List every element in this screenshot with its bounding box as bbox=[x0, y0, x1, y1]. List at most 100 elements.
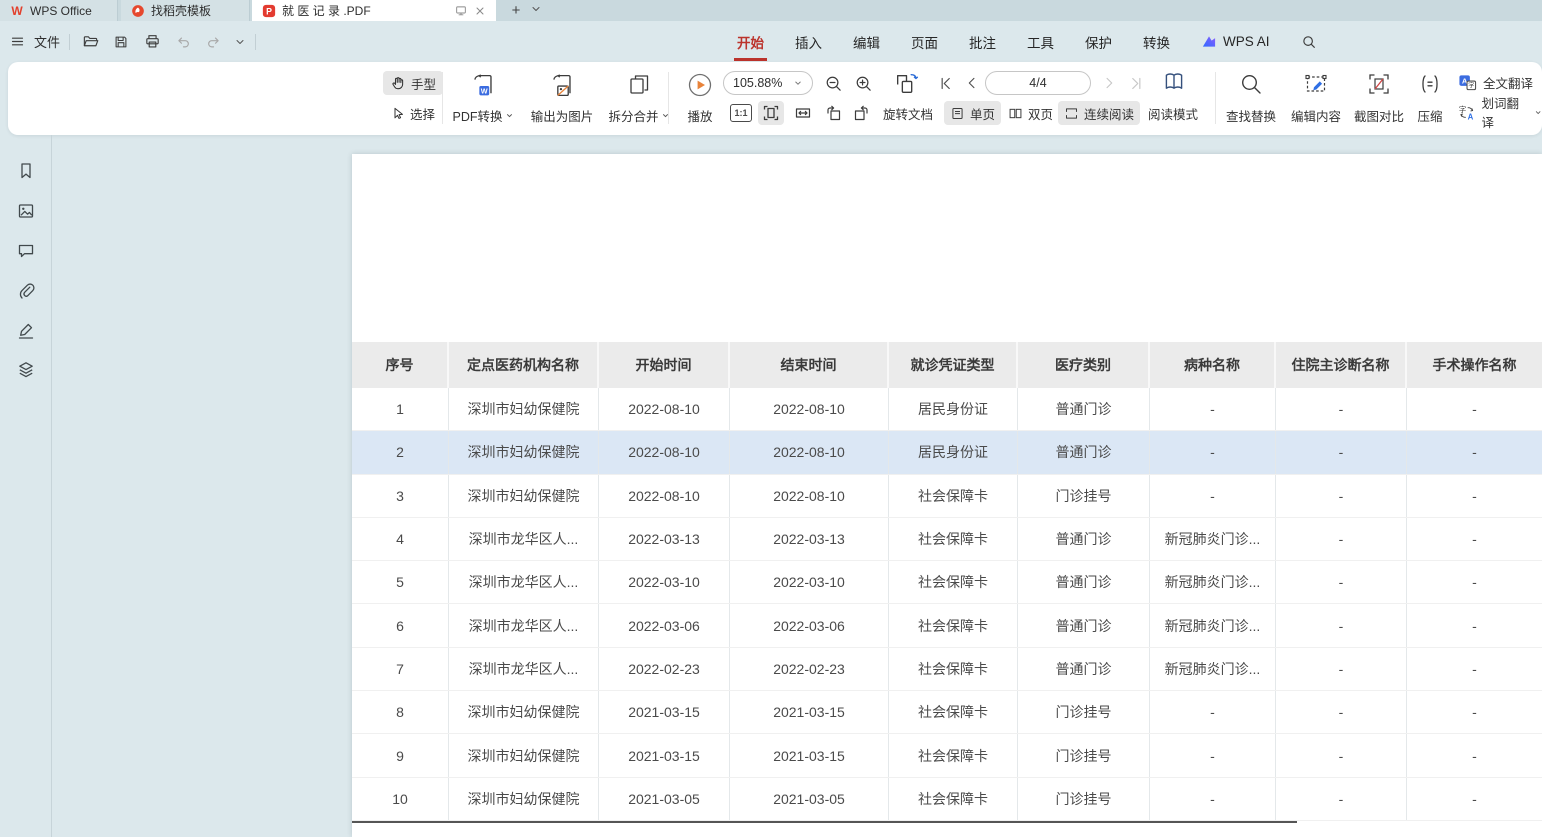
zoom-in-button[interactable] bbox=[850, 71, 876, 95]
screenshot-compare-button[interactable]: 截图对比 bbox=[1348, 70, 1410, 128]
table-row: 6深圳市龙华区人...2022-03-062022-03-06社会保障卡普通门诊… bbox=[352, 604, 1542, 647]
previous-page-icon bbox=[965, 76, 979, 90]
table-cell: 居民身份证 bbox=[889, 388, 1018, 430]
header-cell: 序号 bbox=[352, 342, 449, 388]
table-cell: 门诊挂号 bbox=[1018, 691, 1150, 733]
table-cell: 深圳市龙华区人... bbox=[449, 648, 599, 690]
tab-docer-templates[interactable]: 找稻壳模板 bbox=[121, 0, 250, 21]
signature-panel-button[interactable] bbox=[15, 320, 37, 342]
read-mode-label: 阅读模式 bbox=[1148, 104, 1198, 123]
word-translate-button[interactable]: 字 A 划词翻译 bbox=[1458, 101, 1542, 123]
table-bottom-border bbox=[352, 821, 1297, 823]
edit-content-button[interactable]: 编辑内容 bbox=[1285, 70, 1347, 128]
table-cell: 4 bbox=[352, 518, 449, 560]
table-row: 9深圳市妇幼保健院2021-03-152021-03-15社会保障卡门诊挂号--… bbox=[352, 734, 1542, 777]
comments-panel-button[interactable] bbox=[15, 240, 37, 262]
print-button[interactable] bbox=[141, 31, 163, 53]
file-menu-button[interactable]: 文件 bbox=[34, 32, 60, 51]
chevron-down-icon bbox=[505, 111, 514, 120]
screenshot-compare-label: 截图对比 bbox=[1354, 106, 1404, 125]
comment-icon bbox=[16, 241, 36, 261]
attachments-panel-button[interactable] bbox=[15, 280, 37, 302]
pdf-convert-button[interactable]: W PDF转换 bbox=[445, 70, 521, 128]
play-button[interactable]: 播放 bbox=[675, 70, 725, 128]
find-replace-button[interactable]: 查找替换 bbox=[1220, 70, 1282, 128]
menu-item-1[interactable]: 开始 bbox=[737, 32, 764, 52]
menu-item-4[interactable]: 页面 bbox=[911, 32, 938, 52]
first-page-button[interactable] bbox=[934, 73, 956, 93]
table-cell: 3 bbox=[352, 475, 449, 517]
undo-button[interactable] bbox=[172, 31, 194, 53]
page-organize-button[interactable] bbox=[890, 69, 922, 97]
menu-item-2[interactable]: 插入 bbox=[795, 32, 822, 52]
redo-button[interactable] bbox=[203, 31, 225, 53]
previous-page-button[interactable] bbox=[961, 73, 983, 93]
table-cell: - bbox=[1150, 475, 1276, 517]
menu-item-6[interactable]: 工具 bbox=[1027, 32, 1054, 52]
bookmarks-panel-button[interactable] bbox=[15, 160, 37, 182]
page-number-input[interactable] bbox=[985, 71, 1091, 95]
export-as-image-button[interactable]: 输出为图片 bbox=[523, 70, 601, 128]
continuous-read-button[interactable]: 连续阅读 bbox=[1058, 101, 1140, 125]
menu-item-3[interactable]: 编辑 bbox=[853, 32, 880, 52]
rotate-left-button[interactable] bbox=[820, 101, 846, 125]
thumbnails-panel-button[interactable] bbox=[15, 200, 37, 222]
compress-button[interactable]: 压缩 bbox=[1408, 70, 1452, 128]
table-cell: - bbox=[1150, 778, 1276, 820]
table-cell: 深圳市妇幼保健院 bbox=[449, 475, 599, 517]
single-page-button[interactable]: 单页 bbox=[944, 101, 1001, 125]
rotate-document-button[interactable]: 旋转文档 bbox=[877, 101, 939, 125]
table-cell: - bbox=[1407, 561, 1542, 603]
menu-bar: 文件 bbox=[0, 21, 1542, 62]
tab-list-chevron-icon[interactable] bbox=[530, 3, 542, 15]
monitor-icon[interactable] bbox=[454, 4, 468, 17]
svg-text:字: 字 bbox=[1459, 104, 1466, 114]
search-menu-icon[interactable] bbox=[1301, 34, 1317, 50]
full-translate-button[interactable]: A 字 全文翻译 bbox=[1458, 71, 1533, 93]
zoom-level-select[interactable]: 105.88% bbox=[723, 71, 813, 95]
open-file-button[interactable] bbox=[79, 31, 101, 53]
menu-item-5[interactable]: 批注 bbox=[969, 32, 996, 52]
divider bbox=[69, 34, 70, 50]
read-mode-toggle[interactable]: 阅读模式 bbox=[1142, 101, 1204, 125]
main-menu-icon[interactable] bbox=[10, 34, 25, 49]
rotate-right-button[interactable] bbox=[849, 101, 875, 125]
wps-ai-button[interactable]: WPS AI bbox=[1201, 34, 1270, 49]
tab-document-active[interactable]: P 就 医 记 录 .PDF bbox=[252, 0, 496, 21]
table-cell: 2022-08-10 bbox=[599, 475, 730, 517]
next-page-button[interactable] bbox=[1098, 73, 1120, 93]
table-cell: 2022-08-10 bbox=[730, 475, 889, 517]
table-cell: - bbox=[1276, 431, 1407, 473]
layers-panel-button[interactable] bbox=[15, 359, 37, 381]
new-tab-button[interactable]: + bbox=[505, 0, 527, 21]
menu-item-8[interactable]: 转换 bbox=[1143, 32, 1170, 52]
zoom-out-button[interactable] bbox=[820, 71, 846, 95]
table-cell: 深圳市妇幼保健院 bbox=[449, 778, 599, 820]
fit-width-button[interactable] bbox=[790, 101, 816, 125]
table-cell: - bbox=[1407, 778, 1542, 820]
split-merge-button[interactable]: 拆分合并 bbox=[602, 70, 676, 128]
document-sidebar bbox=[0, 135, 52, 837]
menu-item-7[interactable]: 保护 bbox=[1085, 32, 1112, 52]
table-cell: 2022-03-06 bbox=[599, 604, 730, 646]
hand-tool-button[interactable]: 手型 bbox=[383, 71, 443, 95]
table-cell: - bbox=[1407, 604, 1542, 646]
last-page-icon bbox=[1129, 76, 1144, 91]
pdf-page[interactable]: 序号定点医药机构名称开始时间结束时间就诊凭证类型医疗类别病种名称住院主诊断名称手… bbox=[352, 154, 1542, 837]
wps-ai-label: WPS AI bbox=[1223, 34, 1270, 49]
table-cell: 新冠肺炎门诊... bbox=[1150, 604, 1276, 646]
tab-wps-home[interactable]: W WPS Office bbox=[0, 0, 118, 21]
save-button[interactable] bbox=[110, 31, 132, 53]
actual-size-button[interactable]: 1:1 bbox=[730, 104, 752, 122]
table-cell: 2022-08-10 bbox=[730, 388, 889, 430]
close-tab-icon[interactable] bbox=[474, 5, 486, 17]
read-mode-button[interactable] bbox=[1158, 68, 1190, 96]
table-cell: - bbox=[1276, 475, 1407, 517]
chevron-down-icon bbox=[793, 78, 803, 88]
select-tool-button[interactable]: 选择 bbox=[383, 101, 442, 125]
last-page-button[interactable] bbox=[1125, 73, 1147, 93]
table-cell: 7 bbox=[352, 648, 449, 690]
table-cell: 2021-03-15 bbox=[599, 691, 730, 733]
quick-access-chevron-icon[interactable] bbox=[234, 36, 246, 48]
fit-page-button[interactable] bbox=[758, 101, 784, 125]
